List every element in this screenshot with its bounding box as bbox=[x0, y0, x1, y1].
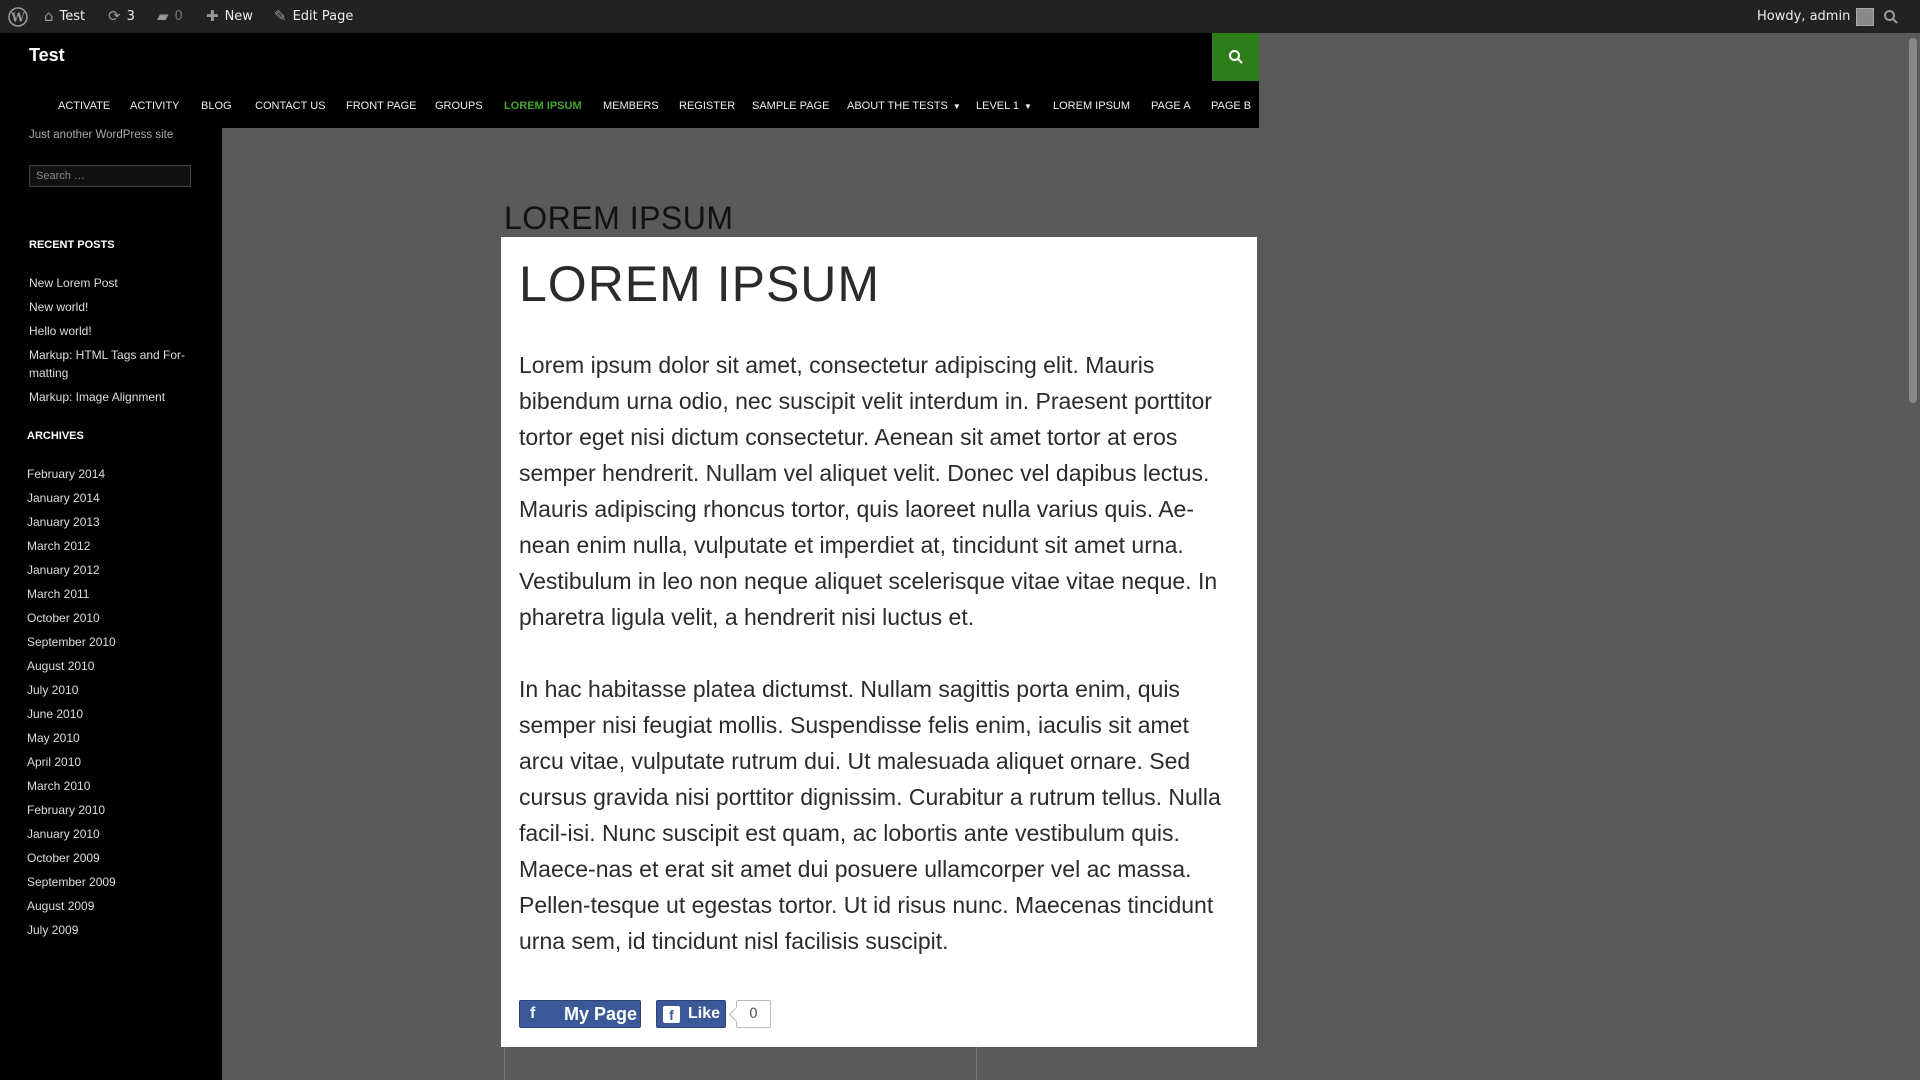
sidebar-search-input[interactable]: Search … bbox=[29, 165, 191, 187]
account-menu[interactable]: Howdy, admin bbox=[1757, 0, 1875, 33]
scrollbar-thumb[interactable] bbox=[1909, 38, 1917, 403]
edit-page-link[interactable]: ✎ Edit Page bbox=[274, 0, 353, 33]
caret-down-icon: ▼ bbox=[1024, 102, 1032, 111]
site-tagline: Just another WordPress site bbox=[29, 129, 174, 141]
archive-link[interactable]: September 2010 bbox=[27, 633, 116, 651]
recent-post-link[interactable]: New Lorem Post bbox=[29, 274, 118, 292]
archive-link[interactable]: October 2009 bbox=[27, 849, 100, 867]
archive-link[interactable]: July 2010 bbox=[27, 681, 78, 699]
modal-paragraph: Lorem ipsum dolor sit amet, consectetur … bbox=[519, 352, 1218, 630]
divider bbox=[976, 1047, 977, 1080]
site-name-link[interactable]: ⌂ Test bbox=[44, 0, 85, 33]
nav-item-label: LEVEL 1 bbox=[976, 100, 1020, 112]
pencil-icon: ✎ bbox=[274, 7, 287, 25]
divider bbox=[504, 1047, 505, 1080]
archive-link[interactable]: May 2010 bbox=[27, 729, 80, 747]
nav-item-page-b[interactable]: PAGE B bbox=[1211, 95, 1251, 117]
recent-post-link[interactable]: New world! bbox=[29, 298, 88, 316]
nav-item-register[interactable]: REGISTER bbox=[679, 95, 735, 117]
nav-item-contact-us[interactable]: CONTACT US bbox=[255, 95, 326, 117]
updates-icon: ⟳ bbox=[108, 7, 121, 25]
like-label: Like bbox=[688, 1005, 721, 1022]
archive-link[interactable]: February 2010 bbox=[27, 801, 105, 819]
nav-item-page-a[interactable]: PAGE A bbox=[1151, 95, 1191, 117]
home-icon: ⌂ bbox=[44, 7, 54, 25]
recent-post-link[interactable]: Markup: Image Alignment bbox=[29, 388, 165, 406]
nav-item-sample-page[interactable]: SAMPLE PAGE bbox=[752, 95, 829, 117]
greeting-text: Howdy, admin bbox=[1757, 9, 1851, 24]
comments-count: 0 bbox=[174, 9, 183, 24]
caret-down-icon: ▼ bbox=[952, 102, 961, 111]
site-name-label: Test bbox=[59, 9, 86, 24]
new-label: New bbox=[224, 9, 253, 24]
nav-item-front-page[interactable]: FRONT PAGE bbox=[346, 95, 417, 117]
recent-post-link[interactable]: Hello world! bbox=[29, 322, 92, 340]
modal-paragraph: In hac habitasse platea dictumst. Nullam… bbox=[519, 676, 1221, 954]
archive-link[interactable]: January 2014 bbox=[27, 489, 100, 507]
archive-link[interactable]: March 2011 bbox=[27, 585, 89, 603]
page-title: LOREM IPSUM bbox=[504, 200, 734, 236]
nav-item-activity[interactable]: ACTIVITY bbox=[130, 95, 180, 117]
primary-nav: ACTIVATE ACTIVITY BLOG CONTACT US FRONT … bbox=[0, 95, 1259, 117]
archive-link[interactable]: March 2010 bbox=[27, 777, 90, 795]
comments-link[interactable]: ▰ 0 bbox=[157, 0, 183, 33]
updates-count: 3 bbox=[126, 9, 135, 24]
nav-item-blog[interactable]: BLOG bbox=[201, 95, 232, 117]
archive-link[interactable]: February 2014 bbox=[27, 465, 105, 483]
nav-item-label: ABOUT THE TESTS bbox=[847, 100, 948, 112]
modal-title: LOREM IPSUM bbox=[519, 256, 881, 312]
nav-item-members[interactable]: MEMBERS bbox=[603, 95, 659, 117]
page-scrollbar[interactable] bbox=[1906, 33, 1920, 1080]
facebook-like-button[interactable]: f Like bbox=[656, 1000, 726, 1028]
admin-bar: W ⌂ Test ⟳ 3 ▰ 0 ✚ New ✎ Edit Page Howdy… bbox=[0, 0, 1920, 33]
archive-link[interactable]: January 2013 bbox=[27, 513, 100, 531]
page-background bbox=[1259, 33, 1919, 1080]
edit-page-label: Edit Page bbox=[292, 9, 354, 24]
like-count: 0 bbox=[736, 1000, 771, 1028]
facebook-page-label: My Page bbox=[564, 1003, 638, 1024]
archive-link[interactable]: October 2010 bbox=[27, 609, 100, 627]
site-header: Test ACTIVATE ACTIVITY BLOG CONTACT US F… bbox=[0, 33, 1259, 128]
facebook-icon: f bbox=[663, 1005, 680, 1023]
archive-link[interactable]: March 2012 bbox=[27, 537, 90, 555]
archive-link[interactable]: August 2009 bbox=[27, 897, 94, 915]
recent-post-link-continued[interactable]: matting bbox=[29, 364, 68, 382]
recent-posts-title: RECENT POSTS bbox=[29, 239, 115, 251]
archive-link[interactable]: July 2009 bbox=[27, 921, 78, 939]
lightbox-modal: LOREM IPSUM Lorem ipsum dolor sit amet, … bbox=[501, 237, 1257, 1047]
svg-text:W: W bbox=[10, 10, 25, 24]
facebook-page-button[interactable]: f My Page bbox=[519, 1000, 641, 1028]
sidebar: Just another WordPress site Search … REC… bbox=[0, 128, 222, 1080]
nav-item-activate[interactable]: ACTIVATE bbox=[58, 95, 110, 117]
recent-post-link[interactable]: Markup: HTML Tags and For- bbox=[29, 346, 185, 364]
nav-item-about-the-tests[interactable]: ABOUT THE TESTS ▼ bbox=[847, 95, 961, 117]
site-title[interactable]: Test bbox=[29, 45, 65, 66]
facebook-icon: f bbox=[530, 1005, 536, 1022]
archive-link[interactable]: January 2010 bbox=[27, 825, 100, 843]
archive-link[interactable]: August 2010 bbox=[27, 657, 94, 675]
comment-icon: ▰ bbox=[157, 7, 169, 25]
admin-search-icon[interactable] bbox=[1883, 0, 1899, 33]
updates-link[interactable]: ⟳ 3 bbox=[108, 0, 135, 33]
nav-item-lorem-ipsum-2[interactable]: LOREM IPSUM bbox=[1053, 95, 1130, 117]
nav-item-lorem-ipsum[interactable]: LOREM IPSUM bbox=[504, 95, 582, 117]
search-toggle-button[interactable] bbox=[1212, 33, 1259, 81]
wordpress-logo-icon[interactable]: W bbox=[8, 0, 28, 33]
nav-item-level-1[interactable]: LEVEL 1 ▼ bbox=[976, 95, 1032, 117]
archives-title: ARCHIVES bbox=[27, 430, 84, 442]
new-content-link[interactable]: ✚ New bbox=[206, 0, 253, 33]
plus-icon: ✚ bbox=[206, 7, 219, 25]
archive-link[interactable]: September 2009 bbox=[27, 873, 116, 891]
archive-link[interactable]: April 2010 bbox=[27, 753, 81, 771]
search-icon bbox=[1228, 50, 1243, 64]
avatar bbox=[1856, 7, 1875, 26]
archive-link[interactable]: June 2010 bbox=[27, 705, 83, 723]
nav-item-groups[interactable]: GROUPS bbox=[435, 95, 483, 117]
archive-link[interactable]: January 2012 bbox=[27, 561, 100, 579]
